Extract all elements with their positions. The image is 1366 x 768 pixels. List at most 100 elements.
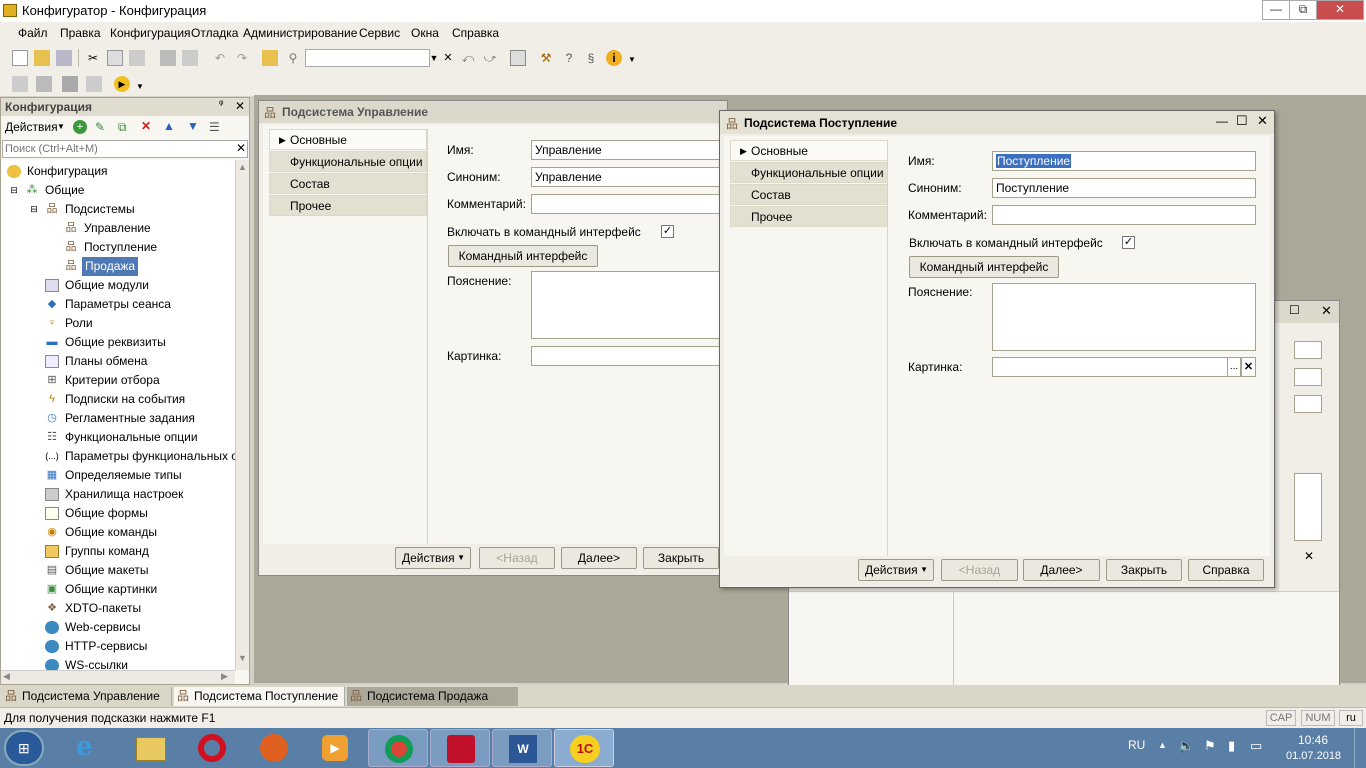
taskbar-explorer[interactable] — [122, 729, 182, 767]
move-up-icon[interactable]: ▲ — [163, 119, 175, 133]
help-button[interactable]: Справка — [1188, 559, 1264, 581]
include-checkbox[interactable]: ✓ — [1122, 236, 1135, 249]
minimize-icon[interactable]: — — [1216, 114, 1228, 128]
tab-main[interactable]: ▶ Основные — [269, 129, 427, 150]
minimize-button[interactable]: — — [1262, 0, 1290, 20]
copy-icon[interactable]: ⧉ — [118, 120, 127, 135]
comment-field[interactable] — [1294, 395, 1322, 413]
tree-vertical-scrollbar[interactable]: ▲ ▼ — [235, 160, 249, 670]
show-desktop-button[interactable] — [1354, 728, 1366, 768]
tab-other[interactable]: Прочее — [269, 195, 427, 216]
name-field[interactable]: Управление — [531, 140, 725, 160]
tab-content[interactable]: Состав — [730, 184, 888, 205]
search-icon[interactable]: ⚲ — [285, 50, 301, 66]
explanation-field[interactable] — [1294, 473, 1322, 541]
synonym-field[interactable]: Поступление — [992, 178, 1256, 198]
close-icon[interactable]: ✕ — [1321, 303, 1332, 319]
tab-content[interactable]: Состав — [269, 173, 427, 194]
find-icon[interactable] — [262, 50, 278, 66]
tab-functional-options[interactable]: Функциональные опции — [269, 151, 427, 172]
new-icon[interactable] — [12, 50, 28, 66]
synonym-field[interactable] — [1294, 368, 1322, 386]
find-next-icon[interactable]: ⤻ — [482, 50, 498, 66]
taskbar-1c[interactable]: 1С — [554, 729, 614, 767]
open-icon[interactable] — [34, 50, 50, 66]
copy-icon[interactable] — [107, 50, 123, 66]
panel-close-icon[interactable]: ✕ — [235, 99, 245, 113]
clock-time[interactable]: 10:46 — [1298, 733, 1328, 747]
back-button[interactable]: <Назад — [941, 559, 1018, 581]
maximize-icon[interactable]: ☐ — [1236, 113, 1248, 129]
tree-search-input[interactable] — [3, 141, 231, 157]
search-clear-icon[interactable]: ✕ — [441, 49, 455, 67]
tab-postuplenie[interactable]: 品 Подсистема Поступление — [174, 687, 345, 706]
input-language[interactable]: RU — [1128, 738, 1145, 752]
command-interface-button[interactable]: Командный интерфейс — [448, 245, 598, 267]
actions-menu[interactable]: Действия — [5, 120, 58, 134]
menu-help[interactable]: Справка — [452, 26, 499, 40]
menu-service[interactable]: Сервис — [359, 26, 400, 40]
search-clear-icon[interactable]: ✕ — [236, 141, 246, 155]
pin-icon[interactable]: ᵠ — [219, 99, 223, 110]
delete-icon[interactable]: ✕ — [141, 119, 151, 133]
run-icon[interactable]: ▶ — [114, 76, 130, 92]
taskbar-acrobat[interactable] — [430, 729, 490, 767]
taskbar-word[interactable]: W — [492, 729, 552, 767]
compare-icon[interactable] — [36, 76, 52, 92]
storage-icon[interactable] — [86, 76, 102, 92]
menu-administration[interactable]: Администрирование — [243, 26, 357, 40]
next-button[interactable]: Далее> — [561, 547, 637, 569]
back-button[interactable]: <Назад — [479, 547, 555, 569]
explanation-field[interactable] — [992, 283, 1256, 351]
menu-windows[interactable]: Окна — [411, 26, 439, 40]
paste-icon[interactable] — [129, 50, 145, 66]
scroll-down-icon[interactable]: ▼ — [238, 653, 247, 663]
picture-field[interactable] — [531, 346, 725, 366]
move-down-icon[interactable]: ▼ — [187, 119, 199, 133]
cut-icon[interactable]: ✂ — [85, 50, 101, 66]
redo-icon[interactable]: ↷ — [234, 50, 250, 66]
flag-icon[interactable]: ⚑ — [1204, 738, 1216, 754]
tab-upravlenie[interactable]: 品 Подсистема Управление — [2, 687, 172, 706]
taskbar-firefox[interactable] — [244, 729, 304, 767]
actions-button[interactable]: Действия ▼ — [395, 547, 471, 569]
chevron-down-icon[interactable]: ▼ — [428, 49, 440, 67]
volume-icon[interactable]: 🔈 — [1178, 738, 1194, 754]
menu-configuration[interactable]: Конфигурация — [110, 26, 191, 40]
save-icon[interactable] — [56, 50, 72, 66]
collapse-icon[interactable]: ⊟ — [27, 203, 41, 216]
help-search-icon[interactable]: ? — [561, 50, 577, 66]
picture-clear-icon[interactable]: ✕ — [1241, 357, 1256, 377]
windows-icon[interactable] — [510, 50, 526, 66]
find-prev-icon[interactable]: ⤺ — [460, 50, 476, 66]
info-icon[interactable]: i — [606, 50, 622, 66]
print-icon[interactable] — [160, 50, 176, 66]
tab-other[interactable]: Прочее — [730, 206, 888, 227]
tab-main[interactable]: ▶ Основные — [730, 140, 888, 161]
preview-icon[interactable] — [182, 50, 198, 66]
collapse-icon[interactable]: ⊟ — [7, 184, 21, 197]
tab-prodazha[interactable]: 品 Подсистема Продажа — [347, 687, 518, 706]
close-button[interactable]: ✕ — [1316, 0, 1364, 20]
scroll-left-icon[interactable]: ◀ — [3, 671, 10, 682]
chevron-down-icon[interactable]: ▼ — [132, 79, 148, 95]
syntax-helper-icon[interactable]: § — [583, 50, 599, 66]
taskbar-media[interactable]: ▶ — [306, 729, 366, 767]
start-button[interactable]: ⊞ — [4, 730, 44, 766]
list-icon[interactable]: ☰ — [209, 120, 220, 134]
undo-icon[interactable]: ↶ — [212, 50, 228, 66]
chevron-down-icon[interactable]: ▼ — [624, 52, 640, 68]
db-icon[interactable] — [12, 76, 28, 92]
tray-expand-icon[interactable]: ▲ — [1158, 740, 1167, 750]
comment-field[interactable] — [531, 194, 725, 214]
taskbar-ie[interactable]: e — [60, 729, 120, 767]
network-icon[interactable]: ▮ — [1228, 738, 1235, 754]
name-field[interactable]: Поступление — [992, 151, 1256, 171]
menu-edit[interactable]: Правка — [60, 26, 101, 40]
chevron-down-icon[interactable]: ▼ — [57, 122, 65, 131]
maximize-icon[interactable]: ☐ — [1289, 303, 1300, 317]
tab-functional-options[interactable]: Функциональные опции — [730, 162, 888, 183]
include-checkbox[interactable]: ✓ — [661, 225, 674, 238]
taskbar-opera[interactable] — [182, 729, 242, 767]
synonym-field[interactable]: Управление — [531, 167, 725, 187]
